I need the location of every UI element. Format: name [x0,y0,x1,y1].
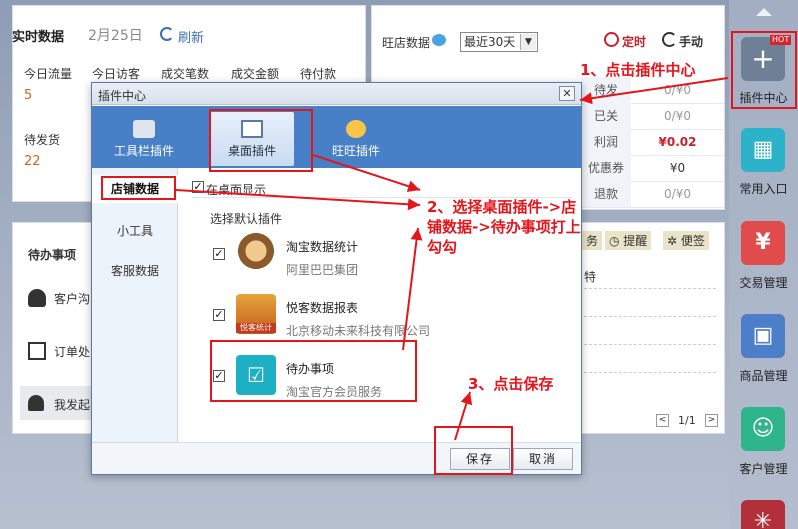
annotation-step3: 3、点击保存 [468,375,554,393]
annotation-step1: 1、点击插件中心 [580,61,696,79]
annotation-step2: 2、选择桌面插件->店铺数据->待办事项打上勾勾 [427,198,581,256]
